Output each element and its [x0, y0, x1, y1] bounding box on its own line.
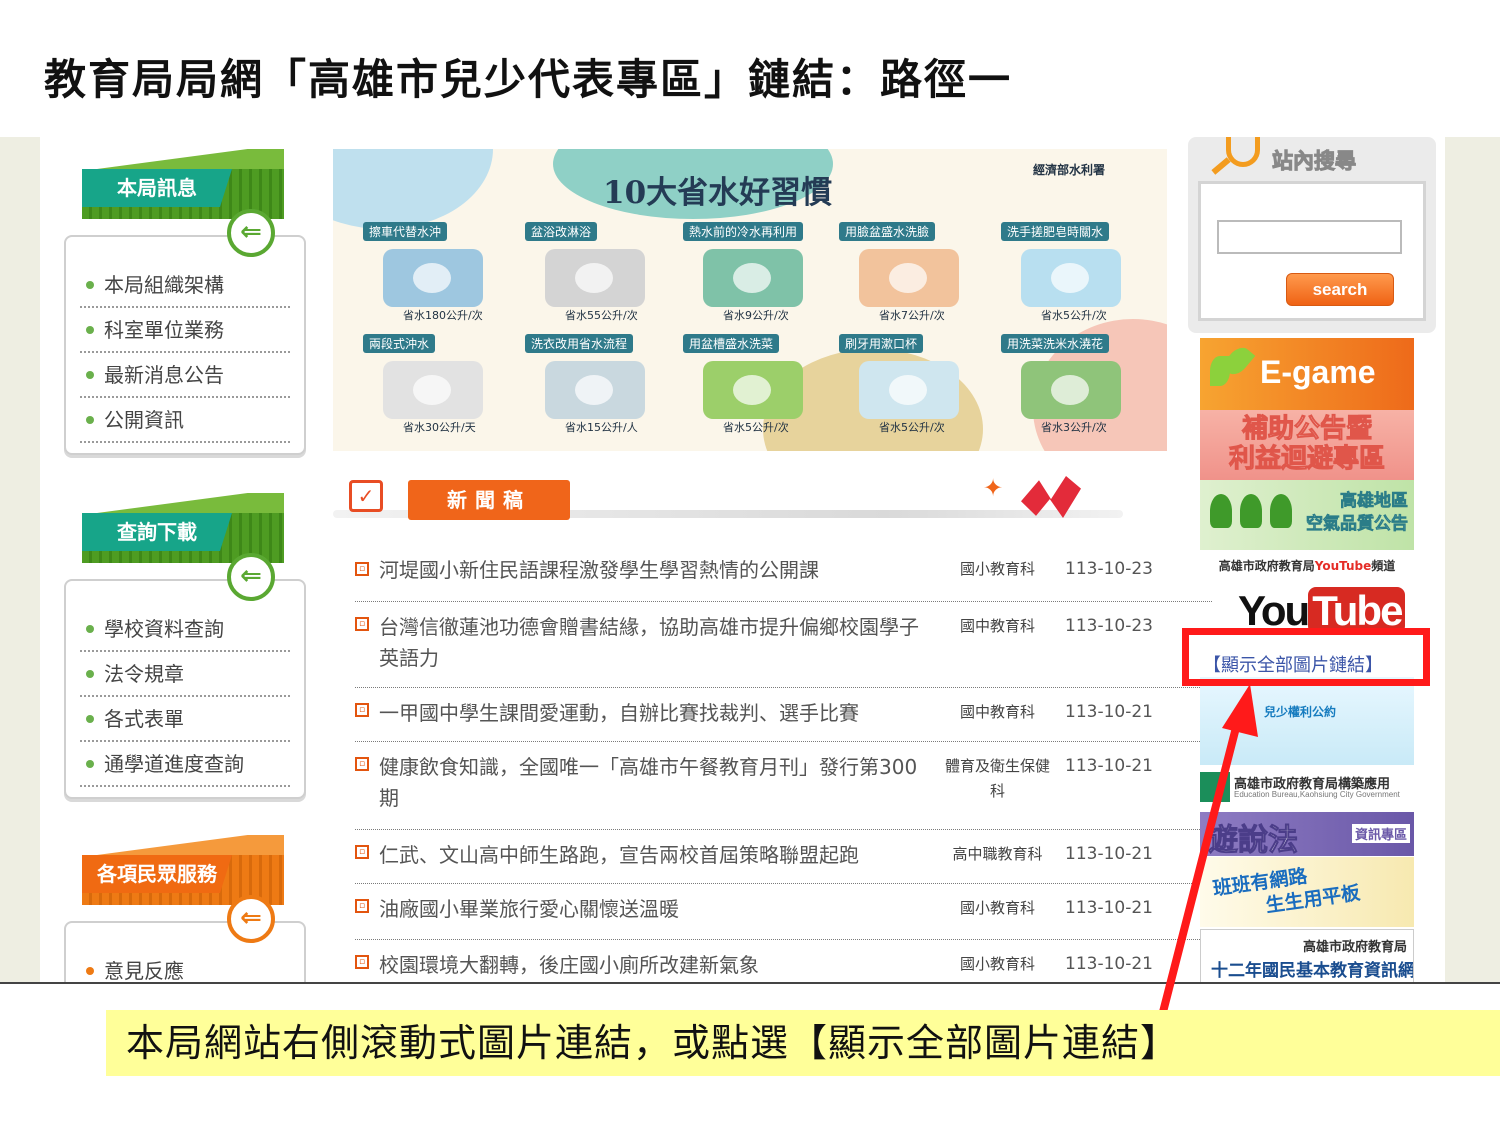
slide-caption: 本局網站右側滾動式圖片連結，或點選【顯示全部圖片連結】 — [106, 1010, 1500, 1076]
callout-arrow-icon — [1159, 684, 1258, 1016]
